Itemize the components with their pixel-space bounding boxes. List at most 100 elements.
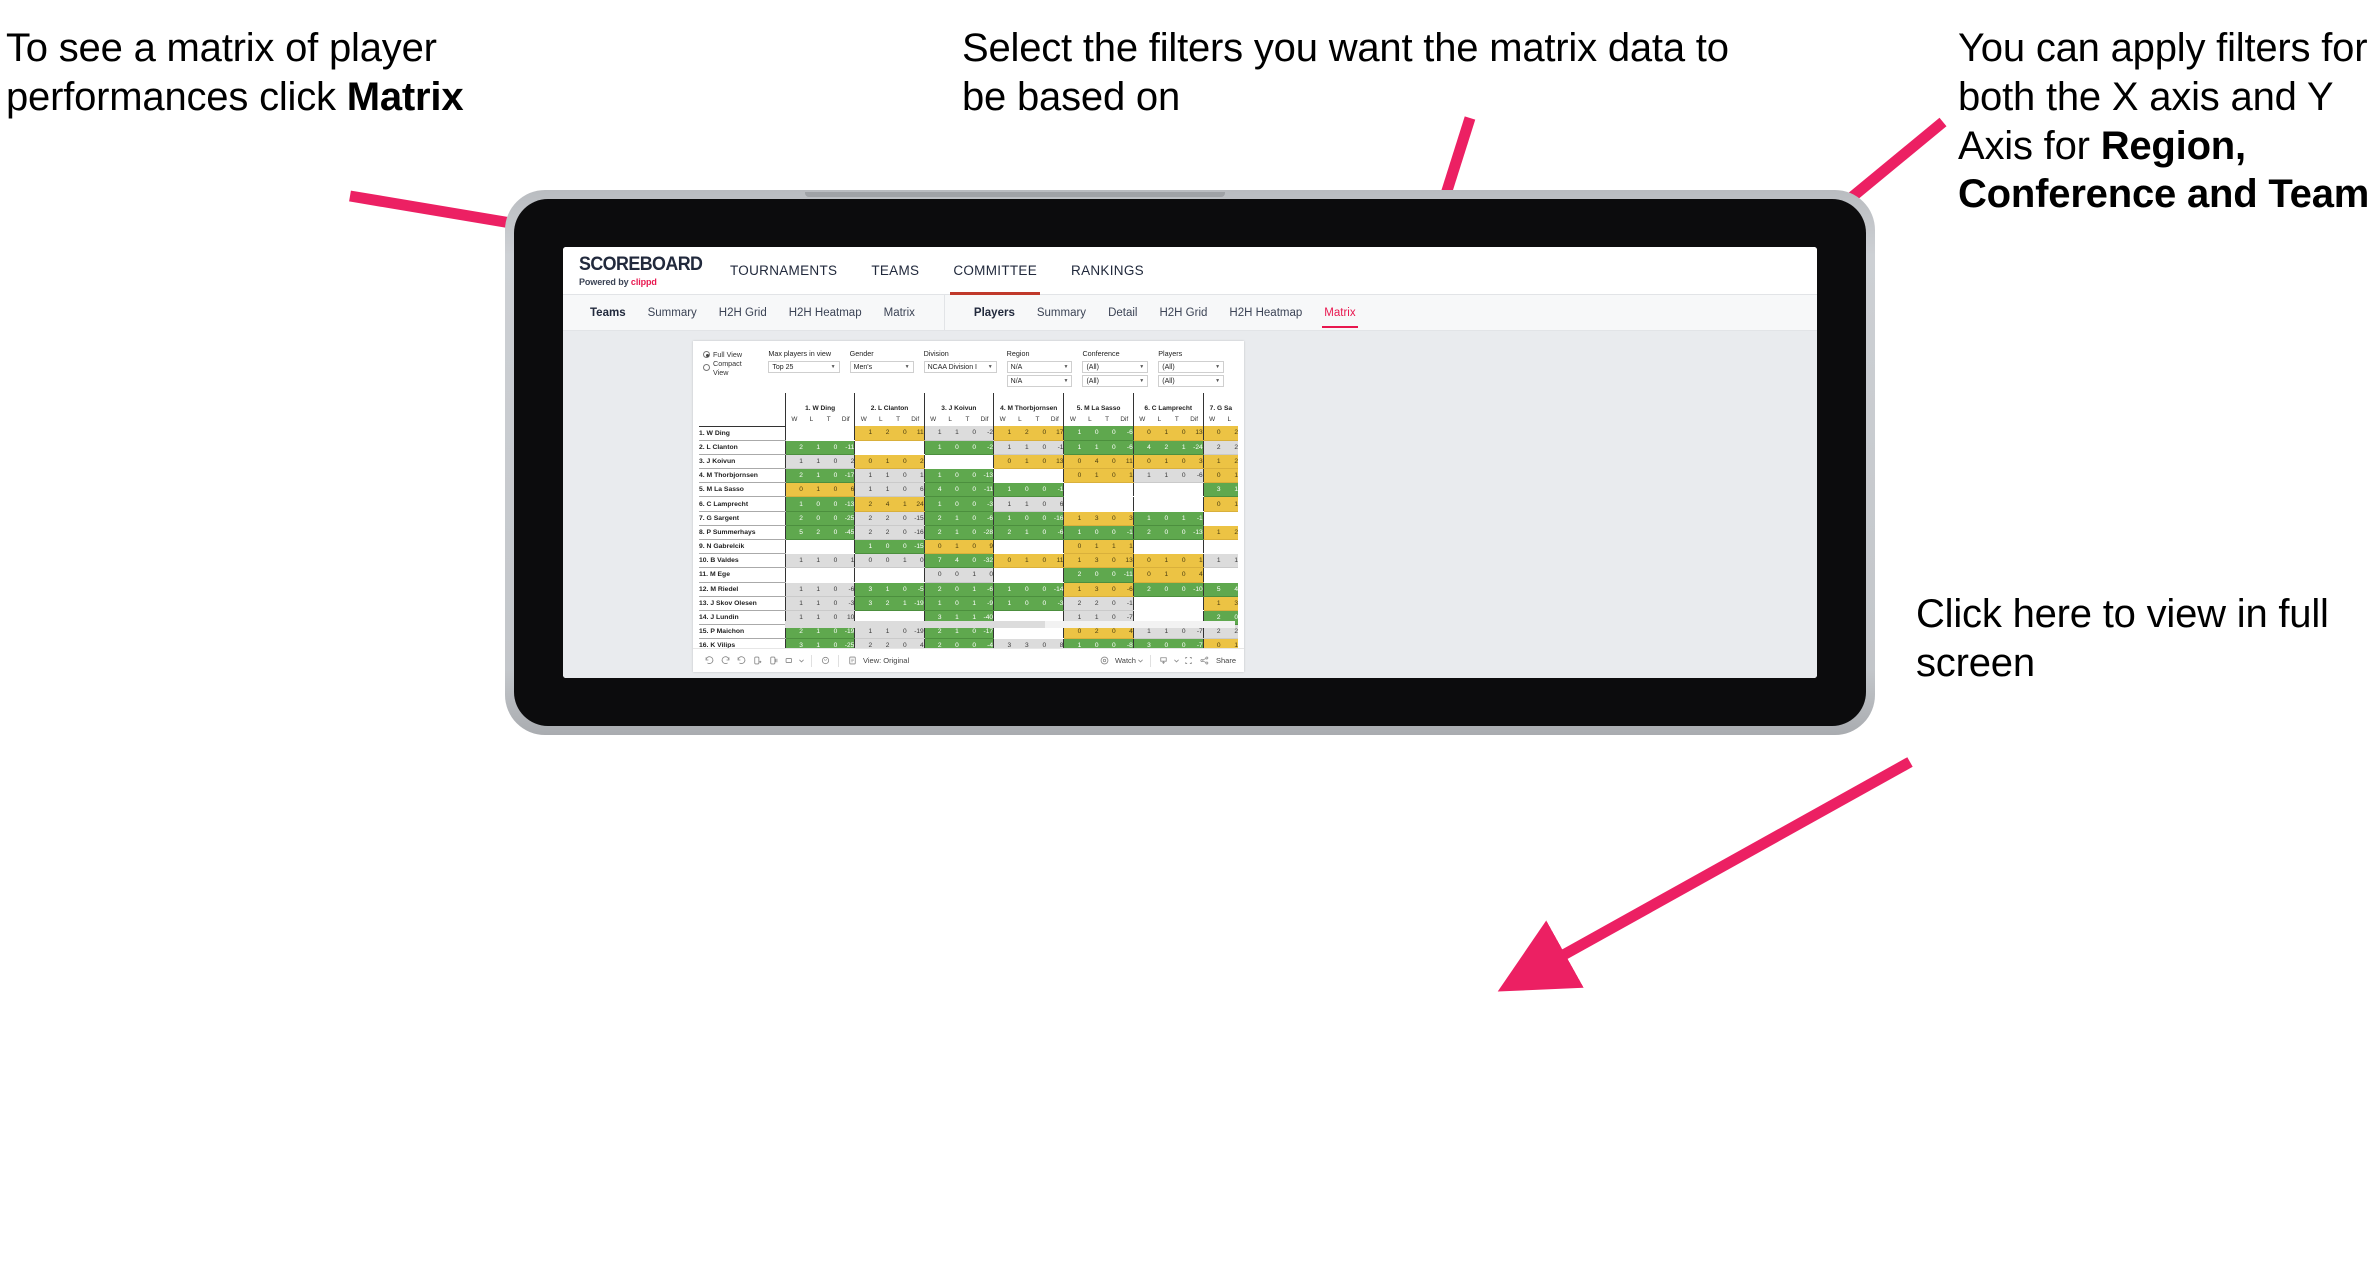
matrix-cell[interactable]: 3	[1081, 511, 1099, 526]
revert-icon[interactable]	[733, 653, 749, 669]
matrix-cell[interactable]: -24	[1185, 440, 1204, 455]
matrix-cell[interactable]: 2	[923, 525, 942, 541]
matrix-cell[interactable]: 1	[1063, 440, 1082, 455]
matrix-cell[interactable]: -2	[976, 440, 994, 455]
matrix-cell[interactable]: 0	[1081, 525, 1099, 541]
matrix-cell[interactable]: 1	[784, 496, 803, 512]
matrix-cell[interactable]	[802, 539, 821, 555]
matrix-cell[interactable]: 1	[993, 440, 1012, 455]
matrix-cell[interactable]	[1081, 482, 1099, 498]
matrix-cell[interactable]: 0	[1168, 525, 1186, 541]
matrix-cell[interactable]: -3	[1046, 596, 1064, 611]
matrix-cell[interactable]: 9	[976, 539, 994, 555]
view-original-icon[interactable]	[844, 653, 860, 669]
matrix-cell[interactable]: 0	[802, 511, 821, 526]
matrix-cell[interactable]	[1185, 539, 1204, 555]
matrix-cell[interactable]	[837, 539, 855, 555]
matrix-cell[interactable]: 2	[1220, 440, 1238, 455]
matrix-cell[interactable]: 0	[1168, 454, 1186, 470]
matrix-cell[interactable]: 1	[1150, 426, 1169, 441]
share-icon[interactable]	[1197, 653, 1213, 669]
matrix-cell[interactable]: -15	[906, 539, 925, 555]
matrix-cell[interactable]: 1	[1098, 539, 1116, 555]
matrix-cell[interactable]: 3	[1011, 638, 1029, 648]
matrix-cell[interactable]: 1	[923, 596, 942, 611]
matrix-cell[interactable]: 2	[906, 454, 925, 470]
matrix-cell[interactable]	[906, 440, 925, 455]
subnav-teams[interactable]: Teams	[579, 295, 637, 331]
matrix-cell[interactable]: 1	[854, 482, 873, 498]
matrix-cell[interactable]	[784, 567, 803, 583]
matrix-cell[interactable]: 0	[1028, 582, 1047, 597]
matrix-cell[interactable]	[1202, 539, 1221, 555]
matrix-cell[interactable]	[854, 567, 873, 583]
matrix-cell[interactable]: 1	[1168, 511, 1186, 526]
matrix-cell[interactable]	[1046, 539, 1064, 555]
matrix-cell[interactable]: -19	[906, 596, 925, 611]
matrix-cell[interactable]: -1	[1046, 440, 1064, 455]
matrix-cell[interactable]: 3	[854, 582, 873, 597]
matrix-cell[interactable]	[1063, 496, 1082, 512]
matrix-cell[interactable]: 0	[1098, 638, 1116, 648]
nav-teams[interactable]: TEAMS	[854, 247, 936, 295]
matrix-cell[interactable]: -2	[976, 426, 994, 441]
matrix-cell[interactable]: -6	[976, 582, 994, 597]
matrix-cell[interactable]: 1	[872, 482, 890, 498]
matrix-cell[interactable]: 0	[820, 468, 838, 484]
matrix-cell[interactable]: 0	[906, 553, 925, 569]
subnav-players-matrix[interactable]: Matrix	[1313, 295, 1366, 331]
matrix-cell[interactable]: -4	[976, 638, 994, 648]
matrix-cell[interactable]: 0	[1150, 525, 1169, 541]
matrix-row[interactable]: 4. M Thorbjornsen 2 1 0 -17 1 1 0 1 1 0 0 -13 0 1 0 1 1 1 0…	[699, 468, 1238, 484]
filter-players-y-select[interactable]: (All) ▼	[1158, 375, 1225, 387]
matrix-cell[interactable]: 0	[1168, 553, 1186, 569]
matrix-cell[interactable]: 0	[1132, 567, 1151, 583]
matrix-cell[interactable]: 1	[1063, 582, 1082, 597]
matrix-cell[interactable]: 0	[958, 426, 976, 441]
matrix-cell[interactable]	[976, 454, 994, 470]
matrix-cell[interactable]	[1185, 482, 1204, 498]
matrix-cell[interactable]	[1011, 539, 1029, 555]
filter-conference-y-select[interactable]: (All) ▼	[1082, 375, 1149, 387]
matrix-cell[interactable]: 0	[1098, 511, 1116, 526]
matrix-cell[interactable]: 1	[1063, 525, 1082, 541]
matrix-cell[interactable]: 1	[923, 496, 942, 512]
matrix-cell[interactable]	[1028, 468, 1047, 484]
matrix-cell[interactable]: 0	[889, 511, 907, 526]
matrix-cell[interactable]	[1098, 496, 1116, 512]
matrix-cell[interactable]: 0	[1202, 468, 1221, 484]
matrix-cell[interactable]: 1	[1202, 553, 1221, 569]
matrix-cell[interactable]: 0	[1098, 454, 1116, 470]
matrix-cell[interactable]: 0	[1202, 426, 1221, 441]
matrix-cell[interactable]: 1	[1220, 468, 1238, 484]
matrix-cell[interactable]: 2	[784, 440, 803, 455]
view-dropdown[interactable]	[781, 653, 797, 669]
matrix-cell[interactable]: 1	[1132, 511, 1151, 526]
matrix-cell[interactable]: 1	[941, 525, 959, 541]
matrix-cell[interactable]: 0	[889, 638, 907, 648]
matrix-cell[interactable]: -6	[1046, 525, 1064, 541]
matrix-cell[interactable]	[993, 567, 1012, 583]
matrix-cell[interactable]: 0	[1168, 582, 1186, 597]
matrix-cell[interactable]	[802, 567, 821, 583]
matrix-cell[interactable]: 1	[1220, 496, 1238, 512]
matrix-cell[interactable]	[1132, 496, 1151, 512]
matrix-cell[interactable]: 0	[941, 496, 959, 512]
matrix-cell[interactable]	[1150, 482, 1169, 498]
matrix-cell[interactable]: 1	[854, 426, 873, 441]
matrix-cell[interactable]: 1	[1011, 553, 1029, 569]
watch-label[interactable]: Watch	[1115, 656, 1136, 665]
matrix-cell[interactable]: 4	[941, 553, 959, 569]
radio-full-view-icon[interactable]	[703, 351, 710, 358]
matrix-cell[interactable]: 1	[941, 511, 959, 526]
matrix-cell[interactable]: 4	[1081, 454, 1099, 470]
matrix-cell[interactable]	[1115, 496, 1134, 512]
matrix-cell[interactable]: 1	[802, 582, 821, 597]
matrix-cell[interactable]: 1	[802, 553, 821, 569]
matrix-cell[interactable]: 0	[1098, 440, 1116, 455]
matrix-cell[interactable]	[889, 440, 907, 455]
matrix-cell[interactable]: -8	[1115, 638, 1134, 648]
matrix-cell[interactable]: -25	[837, 638, 855, 648]
matrix-cell[interactable]: -16	[1046, 511, 1064, 526]
matrix-cell[interactable]: 1	[802, 482, 821, 498]
